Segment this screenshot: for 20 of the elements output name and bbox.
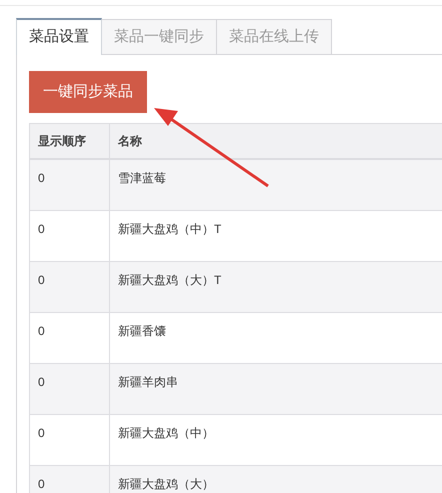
table-cell: 0 (38, 375, 45, 389)
table-cell: 新疆大盘鸡（大）T (118, 273, 222, 287)
table-cell: 0 (38, 273, 45, 287)
table-cell: 新疆大盘鸡（大） (118, 477, 214, 491)
table-cell: 新疆羊肉串 (118, 375, 178, 389)
table-cell: 0 (38, 222, 45, 236)
table-cell: 新疆大盘鸡（中） (118, 426, 214, 440)
tab[interactable]: 菜品设置 (16, 18, 102, 55)
tab[interactable]: 菜品一键同步 (102, 19, 217, 54)
table-cell: 0 (38, 426, 45, 440)
tab[interactable]: 菜品在线上传 (217, 19, 332, 54)
sync-button[interactable]: 一键同步菜品 (29, 71, 147, 113)
column-header: 显示顺序 (30, 124, 110, 158)
table-cell: 雪津蓝莓 (118, 171, 166, 185)
column-header: 名称 (116, 133, 143, 150)
table-cell: 0 (38, 171, 45, 185)
table-cell: 0 (38, 324, 45, 338)
table-cell: 新疆大盘鸡（中）T (118, 222, 222, 236)
table-cell: 新疆香馕 (118, 324, 166, 338)
table-cell: 0 (38, 477, 45, 491)
